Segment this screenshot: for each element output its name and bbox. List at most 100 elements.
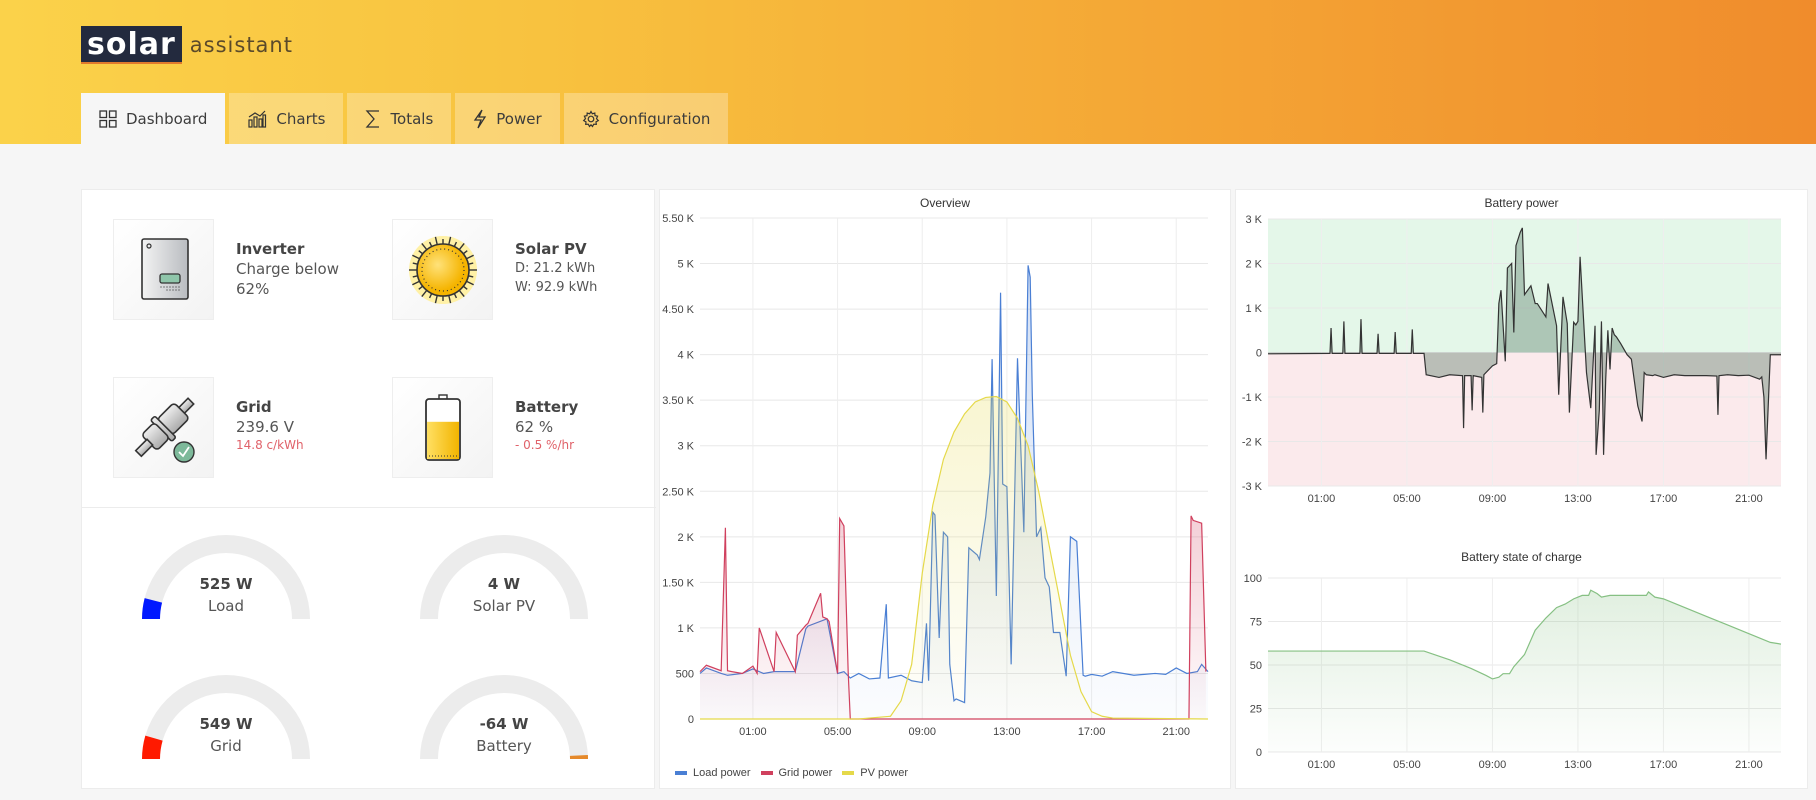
y-tick-label: 1 K [1245,303,1262,315]
legend-label: PV power [860,767,908,779]
x-tick-label: 01:00 [1308,759,1336,771]
y-tick-label: 3 K [677,441,694,453]
y-tick-label: 0 [688,714,694,726]
y-tick-label: 4 K [677,350,694,362]
overview-chart[interactable]: 0 500 1 K 1.50 K 2 K 2.50 K 3 K 3.50 K 4 K 4.50 K… [660,210,1232,780]
legend-label: Grid power [778,767,833,779]
x-tick-label: 05:00 [824,726,852,738]
tab-label: Configuration [608,109,711,128]
bar-chart-icon [248,110,267,128]
grid-icon-box [113,377,214,478]
gauge-solar: 4 W Solar PV [419,535,589,625]
battery-title: Battery [515,398,579,416]
solar-title: Solar PV [515,240,587,258]
y-tick-label: 0 [1256,747,1262,759]
x-tick-label: 13:00 [1564,493,1592,505]
legend-pv[interactable]: PV power [842,767,908,779]
x-tick-label: 13:00 [993,726,1021,738]
y-tick-label: 2.50 K [662,486,694,498]
gauge-load-label: Load [208,597,244,615]
y-tick-label: 5.50 K [662,213,694,225]
inverter-icon-box [113,219,214,320]
grid-price: 14.8 c/kWh [236,438,304,452]
battery-charts-panel: Battery power -3 K -2 K -1 K 0 1 K 2 K 3 K 01:0… [1235,189,1808,789]
grid-voltage: 239.6 V [236,418,294,436]
sun-icon [408,235,477,304]
gauge-battery-label: Battery [476,737,532,755]
x-tick-label: 17:00 [1650,493,1678,505]
y-tick-label: 2 K [677,532,694,544]
battery-soc: 62 % [515,418,554,436]
main-tabs: Dashboard Charts Totals Power Configurat… [81,93,732,144]
y-tick-label: 1 K [677,623,694,635]
sigma-icon [366,109,380,128]
tab-power[interactable]: Power [455,93,560,144]
battery-icon-box [392,377,493,478]
overview-chart-panel: Overview 0 500 1 K 1.50 K 2 K 2.50 K 3 K 3.50 K… [659,189,1231,789]
grid-title: Grid [236,398,272,416]
tab-label: Charts [276,109,326,128]
inverter-mode-value: 62% [236,280,270,298]
solar-status[interactable]: Solar PV D: 21.2 kWh W: 92.9 kWh [392,219,597,320]
x-tick-label: 17:00 [1078,726,1106,738]
tab-label: Power [496,109,542,128]
x-tick-label: 17:00 [1650,759,1678,771]
x-tick-label: 21:00 [1735,493,1763,505]
grid-icon [99,109,117,128]
battery-power-title: Battery power [1484,196,1559,210]
y-tick-label: 100 [1244,573,1262,585]
tab-configuration[interactable]: Configuration [563,93,729,144]
solar-weekly-energy: W: 92.9 kWh [515,280,598,295]
status-divider [82,507,656,508]
legend-label: Load power [693,767,751,779]
logo-secondary: assistant [189,33,293,57]
tab-totals[interactable]: Totals [347,93,452,144]
inverter-title: Inverter [236,240,305,258]
gauge-load: 525 W Load [141,535,311,625]
gauge-battery-value: -64 W [479,715,529,733]
lightning-icon [474,109,487,128]
solar-daily-energy: D: 21.2 kWh [515,261,596,276]
gauge-grid-label: Grid [210,737,242,755]
overview-chart-title: Overview [919,196,970,210]
x-tick-label: 09:00 [1479,759,1507,771]
status-panel: Inverter Charge below 62% Solar PV D: 21… [81,189,656,789]
y-tick-label: -3 K [1242,481,1263,493]
battery-soc-chart[interactable]: 0 25 50 75 100 01:00 05:00 09:00 13:00 17:00 21:00 [1236,568,1809,788]
legend-load[interactable]: Load power [675,767,751,779]
y-tick-label: 75 [1250,617,1262,629]
legend-grid[interactable]: Grid power [760,767,833,779]
inverter-mode: Charge below [236,260,339,278]
battery-soc-title: Battery state of charge [1461,550,1582,564]
x-tick-label: 09:00 [908,726,936,738]
inverter-status[interactable]: Inverter Charge below 62% [113,219,339,320]
tab-charts[interactable]: Charts [229,93,344,144]
y-tick-label: 50 [1250,660,1262,672]
battery-power-chart[interactable]: -3 K -2 K -1 K 0 1 K 2 K 3 K 01:00 05:00 09:00 13:… [1236,210,1809,540]
app-header: solar assistant Dashboard Charts Totals … [0,0,1816,144]
y-tick-label: 500 [676,668,694,680]
y-tick-label: 1.50 K [662,577,694,589]
battery-status[interactable]: Battery 62 % - 0.5 %/hr [392,377,578,478]
tab-label: Dashboard [126,109,208,128]
x-tick-label: 05:00 [1393,759,1421,771]
y-tick-label: 3 K [1245,214,1262,226]
x-tick-label: 21:00 [1735,759,1763,771]
logo[interactable]: solar assistant [81,25,293,65]
gauge-load-value: 525 W [199,575,253,593]
series-area-battery-state-of-charge [1268,590,1781,752]
logo-primary: solar [81,26,182,64]
y-tick-label: -1 K [1242,392,1263,404]
x-tick-label: 13:00 [1564,759,1592,771]
tab-label: Totals [390,109,434,128]
y-tick-label: 3.50 K [662,395,694,407]
inverter-icon [140,237,189,300]
gauge-grid-value: 549 W [199,715,253,733]
grid-status[interactable]: Grid 239.6 V 14.8 c/kWh [113,377,304,478]
gauge-battery: -64 W Battery [419,675,589,765]
plug-icon [134,396,195,463]
y-tick-label: 5 K [677,259,694,271]
y-tick-label: 2 K [1245,259,1262,271]
tab-dashboard[interactable]: Dashboard [81,93,226,144]
gauge-solar-label: Solar PV [472,597,536,615]
